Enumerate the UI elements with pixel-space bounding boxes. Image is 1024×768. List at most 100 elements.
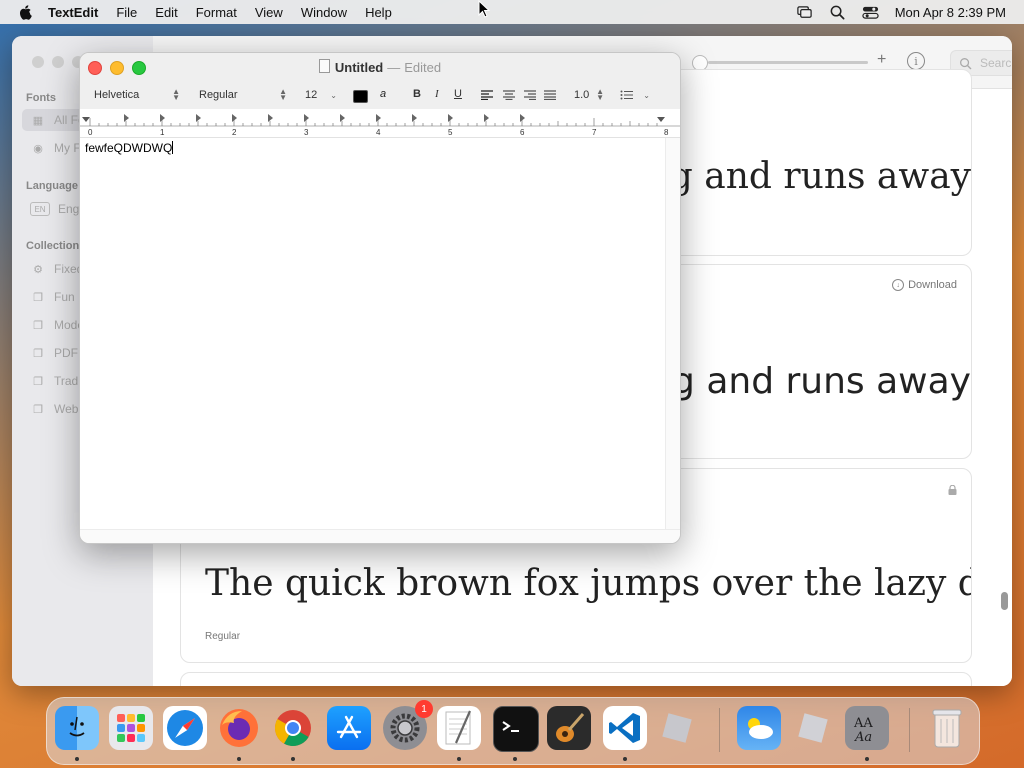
dock-trash[interactable] <box>925 706 969 750</box>
weather-cloud-icon <box>748 718 773 739</box>
font-preview-card[interactable] <box>180 672 972 686</box>
ruler-label: 2 <box>232 128 237 137</box>
vertical-scrollbar[interactable] <box>665 138 680 530</box>
screen-mirroring-icon[interactable] <box>796 4 813 21</box>
ruler-label: 7 <box>592 128 597 137</box>
dock-finder[interactable] <box>55 706 99 750</box>
list-style-popup[interactable]: ⌄ <box>620 87 650 103</box>
tab-stop-marker <box>484 114 489 122</box>
menu-format[interactable]: Format <box>196 5 237 20</box>
align-left-icon[interactable] <box>481 90 493 100</box>
dock-textedit[interactable] <box>437 706 481 750</box>
align-right-icon[interactable] <box>524 90 536 100</box>
updown-chevron-icon: ▲ ▼ <box>172 87 180 102</box>
ruler-label: 1 <box>160 128 165 137</box>
search-placeholder: Search <box>980 56 1012 70</box>
person-icon: ◉ <box>33 142 43 155</box>
running-indicator <box>865 757 869 761</box>
collection-icon: ❐ <box>33 319 43 332</box>
running-indicator <box>237 757 241 761</box>
align-justify-icon[interactable] <box>544 90 556 100</box>
text-color-well[interactable] <box>353 90 368 103</box>
chevron-down-icon: ⌄ <box>643 90 650 100</box>
svg-text:AA: AA <box>853 716 873 731</box>
running-indicator <box>291 757 295 761</box>
sidebar-item-label: PDF <box>54 346 78 360</box>
document-text-content: fewfeQDWDWQ <box>85 141 173 155</box>
tab-stop-marker <box>232 114 237 122</box>
line-spacing-popup[interactable]: 1.0 ▲ ▼ <box>574 87 604 103</box>
running-indicator <box>513 757 517 761</box>
dock-garageband[interactable] <box>547 706 591 750</box>
download-icon: ↓ <box>892 279 905 291</box>
dock-vscode[interactable] <box>603 706 647 750</box>
font-size-combo[interactable]: 12 ⌄ <box>305 87 337 103</box>
terminal-prompt-icon <box>502 721 519 732</box>
search-icon <box>960 57 972 69</box>
firefox-icon <box>220 709 258 747</box>
edited-status: Edited <box>404 60 442 75</box>
font-style-value: Regular <box>199 89 238 101</box>
horizontal-scrollbar[interactable] <box>80 529 680 543</box>
dock-chrome[interactable] <box>271 706 315 750</box>
running-indicator <box>75 757 79 761</box>
download-label: Download <box>908 279 957 291</box>
document-text-area[interactable]: fewfeQDWDWQ <box>80 138 666 530</box>
safari-compass-icon <box>167 710 203 746</box>
dock-font-book[interactable]: AA Aa <box>845 706 889 750</box>
dock-roblox[interactable] <box>655 706 699 750</box>
settings-gear-icon <box>390 713 420 743</box>
bold-button[interactable]: B <box>413 88 421 100</box>
menu-app-name[interactable]: TextEdit <box>48 5 98 20</box>
tab-stop-marker <box>412 114 417 122</box>
italic-button[interactable]: I <box>435 88 439 100</box>
dock-app-store[interactable] <box>327 706 371 750</box>
underline-button[interactable]: U <box>454 88 462 100</box>
increase-size-icon[interactable]: + <box>877 51 886 69</box>
sidebar-item-label: Web <box>54 402 79 416</box>
document-name[interactable]: Untitled <box>335 60 383 75</box>
font-book-minimize-button[interactable] <box>52 56 64 68</box>
menu-help[interactable]: Help <box>365 5 392 20</box>
dock-weather[interactable] <box>737 706 781 750</box>
collection-icon: ❐ <box>33 375 43 388</box>
tab-stop-marker <box>520 114 525 122</box>
dock-firefox[interactable] <box>217 706 261 750</box>
font-style-popup[interactable]: Regular ▲ ▼ <box>199 87 287 103</box>
spotlight-search-icon[interactable] <box>829 4 846 21</box>
dock-roblox-studio[interactable] <box>791 706 835 750</box>
dock-launchpad[interactable] <box>109 706 153 750</box>
text-caret <box>172 141 174 154</box>
sidebar-item-label: Fun <box>54 290 75 304</box>
info-icon[interactable]: i <box>907 52 925 70</box>
menu-view[interactable]: View <box>255 5 283 20</box>
dock-terminal[interactable] <box>493 706 539 752</box>
tab-stop-marker <box>268 114 273 122</box>
document-icon[interactable] <box>318 59 330 73</box>
apple-menu-icon[interactable] <box>18 4 34 20</box>
highlight-color-button[interactable]: a <box>380 88 386 100</box>
dock-system-settings[interactable]: 1 <box>383 700 433 750</box>
ruler[interactable]: 0 1 2 3 4 5 6 7 8 <box>80 109 680 138</box>
title-separator: — <box>387 60 401 75</box>
right-indent-marker <box>657 117 665 122</box>
menu-file[interactable]: File <box>116 5 137 20</box>
language-badge-icon: EN <box>30 202 50 216</box>
menu-window[interactable]: Window <box>301 5 347 20</box>
font-list-scrollbar[interactable] <box>1001 592 1008 610</box>
ruler-label: 4 <box>376 128 381 137</box>
menu-edit[interactable]: Edit <box>155 5 177 20</box>
font-family-popup[interactable]: Helvetica ▲ ▼ <box>94 87 180 103</box>
collection-icon: ❐ <box>33 347 43 360</box>
menubar-clock[interactable]: Mon Apr 8 2:39 PM <box>895 5 1006 20</box>
align-center-icon[interactable] <box>503 90 515 100</box>
font-book-close-button[interactable] <box>32 56 44 68</box>
dock-safari[interactable] <box>163 706 207 750</box>
preview-size-slider-track[interactable] <box>708 61 868 64</box>
gear-icon: ⚙ <box>33 263 43 276</box>
textedit-titlebar[interactable]: Untitled — Edited <box>80 53 680 81</box>
download-button[interactable]: ↓ Download <box>892 279 957 291</box>
vscode-icon <box>609 713 640 743</box>
control-center-icon[interactable] <box>862 4 879 21</box>
ruler-scale: 0 1 2 3 4 5 6 7 8 <box>80 114 680 137</box>
